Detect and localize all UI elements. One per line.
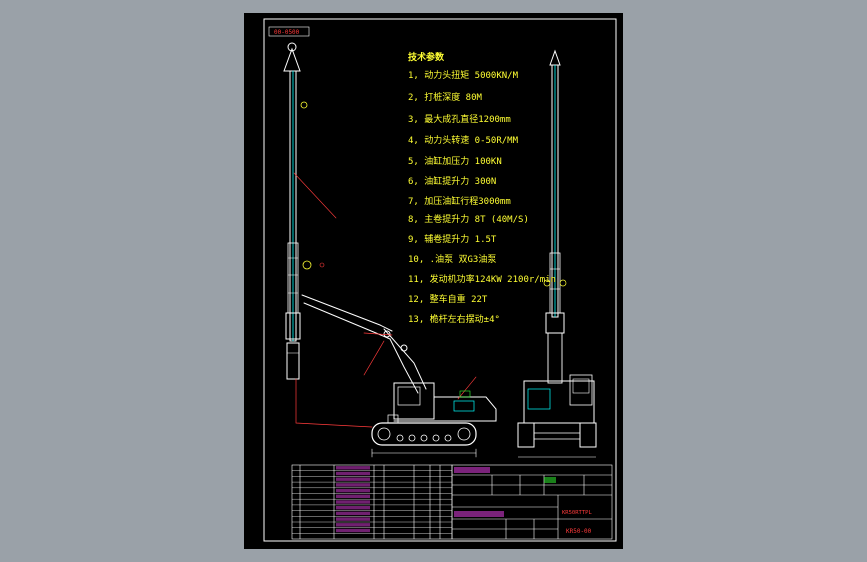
drawing-sheet: 00-0500 KR50RTTPL KR50-00 技术参数 1, 动力头扭矩 … [244, 13, 623, 549]
table-cell-hatch [336, 511, 370, 516]
spec-item: 4, 动力头转速 0-50R/MM [408, 136, 519, 146]
spec-item: 9, 辅卷提升力 1.5T [408, 235, 497, 245]
spec-item: 10, .油泵 双G3油泵 [408, 255, 497, 265]
model-code: KR50-00 [566, 528, 592, 535]
table-cell-hatch [336, 477, 370, 481]
spec-title: 技术参数 [408, 53, 445, 63]
spec-item: 8, 主卷提升力 8T (40M/S) [408, 215, 529, 225]
title-block-hatch [454, 467, 556, 517]
spec-item: 11, 发动机功率124KW 2100r/min [408, 275, 556, 285]
table-cell-hatch [336, 466, 370, 470]
table-cell-hatch [336, 523, 370, 527]
front-view-rig [517, 49, 597, 458]
table-cell-hatch [336, 506, 370, 510]
side-view-rig [283, 42, 497, 458]
table-cell-hatch [336, 488, 370, 493]
spec-item: 7, 加压油缸行程3000mm [408, 197, 511, 207]
spec-item: 12, 整车自重 22T [408, 295, 488, 305]
table-cell-hatch [336, 471, 370, 476]
table-cell-hatch [336, 500, 370, 504]
top-tag-text: 00-0500 [274, 29, 300, 36]
spec-item: 13, 桅杆左右摆动±4° [408, 315, 500, 325]
table-cell-hatch [336, 483, 370, 487]
spec-item: 3, 最大成孔直径1200mm [408, 115, 511, 125]
spec-item: 2, 打桩深度 80M [408, 93, 482, 103]
table-cell-hatch [336, 517, 370, 521]
parts-list-rows [292, 466, 452, 534]
drawing-code: KR50RTTPL [562, 510, 592, 516]
spec-item: 6, 油缸提升力 300N [408, 177, 497, 187]
spec-item: 5, 油缸加压力 100KN [408, 157, 502, 167]
table-cell-hatch [336, 494, 370, 498]
table-cell-hatch [336, 528, 370, 533]
spec-item: 1, 动力头扭矩 5000KN/M [408, 71, 519, 81]
